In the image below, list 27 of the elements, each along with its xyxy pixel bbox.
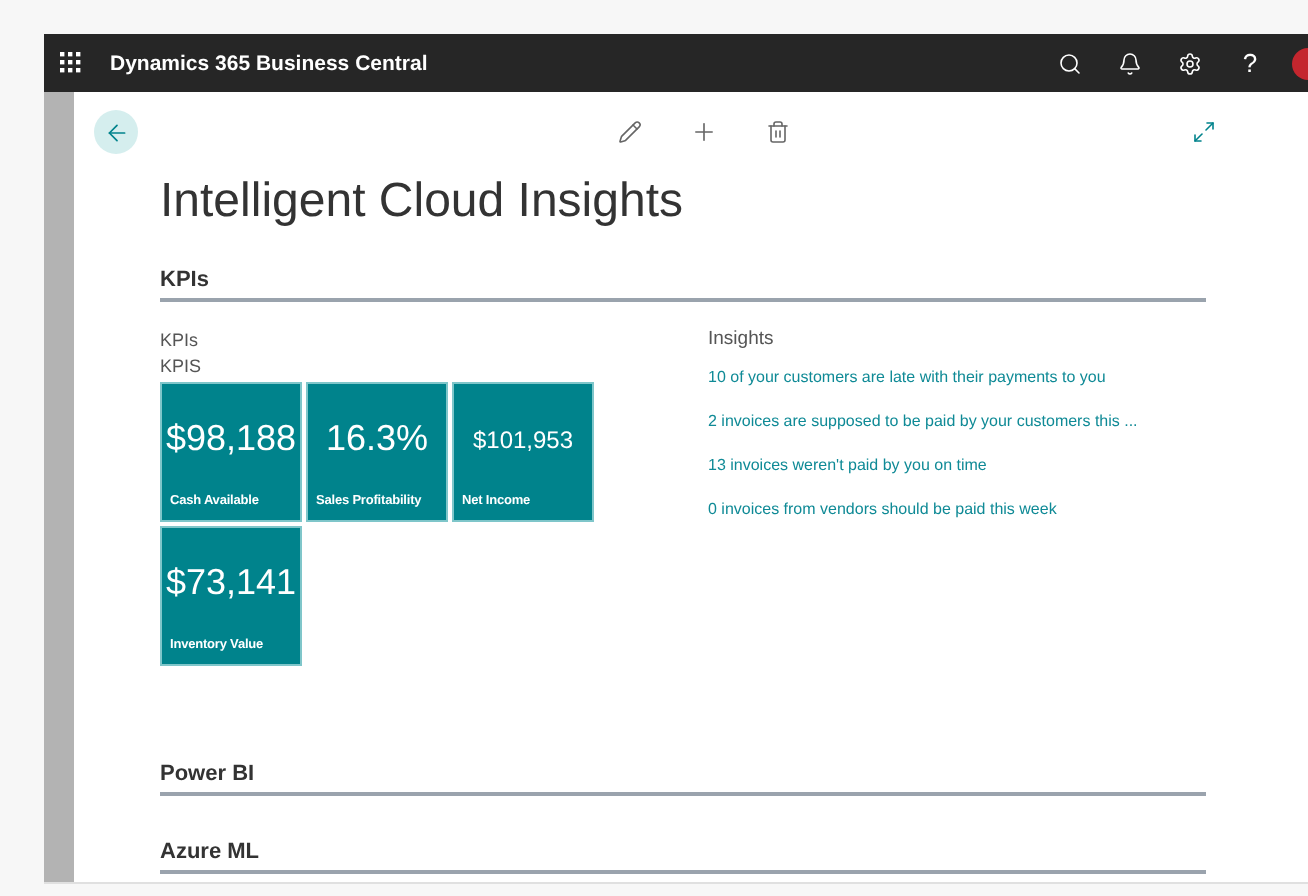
pencil-icon (618, 120, 642, 144)
kpi-value: 16.3% (323, 416, 431, 462)
section-header[interactable]: KPIs (160, 268, 1206, 302)
back-button[interactable] (94, 110, 138, 154)
group-label: KPIs (160, 328, 201, 354)
group-caption: KPIS (160, 354, 204, 380)
insight-link[interactable]: 0 invoices from vendors should be paid this week (708, 498, 1138, 522)
insights-label: Insights (708, 328, 776, 350)
search-icon (1058, 51, 1082, 75)
app-launcher-icon[interactable] (60, 52, 82, 74)
trash-icon (766, 120, 790, 144)
kpi-value: $73,141 (163, 560, 299, 606)
insight-link[interactable]: 13 invoices weren't paid by you on time (708, 454, 1138, 478)
expand-icon (1192, 120, 1216, 144)
section-header[interactable]: Power BI (160, 762, 1206, 796)
insight-link[interactable]: 10 of your customers are late with their payments to you (708, 366, 1138, 390)
page-title: Intelligent Cloud Insights (160, 172, 685, 232)
kpi-value: $101,953 (470, 423, 576, 457)
settings-icon (1178, 51, 1202, 75)
help-button[interactable]: ? (1220, 34, 1280, 92)
bell-icon (1118, 51, 1142, 75)
section-header[interactable]: Azure ML (160, 840, 1206, 874)
back-arrow-icon (103, 119, 129, 145)
app-title: Dynamics 365 Business Central (110, 51, 430, 75)
plus-icon (690, 118, 718, 146)
insight-link[interactable]: 2 invoices are supposed to be paid by your customers this ... (708, 410, 1138, 434)
kpi-value: $98,188 (163, 416, 299, 462)
